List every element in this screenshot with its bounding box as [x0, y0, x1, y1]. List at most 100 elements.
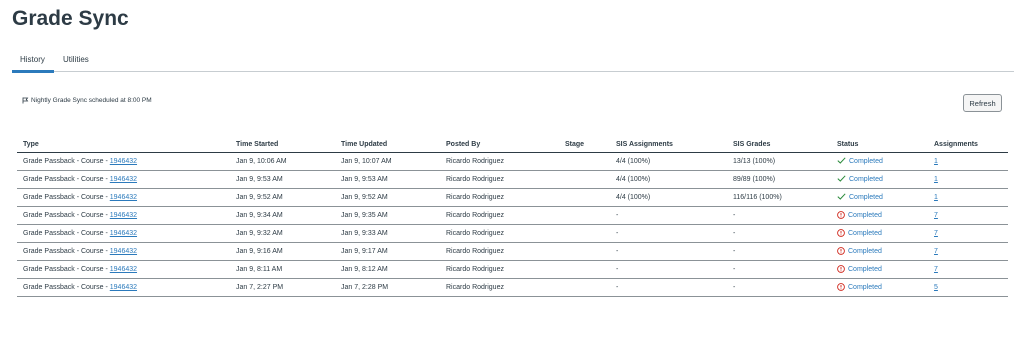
assignments-link[interactable]: 7: [934, 266, 938, 273]
time-started-cell: Jan 9, 9:53 AM: [230, 170, 335, 189]
status-cell: Completed: [831, 260, 928, 279]
warning-icon: [837, 264, 848, 275]
course-link[interactable]: 1946432: [110, 248, 137, 255]
time-updated-cell: Jan 9, 9:53 AM: [335, 170, 440, 189]
course-link[interactable]: 1946432: [110, 230, 137, 237]
tab-bar: History Utilities: [12, 51, 1014, 73]
time-updated-cell: Jan 9, 9:52 AM: [335, 188, 440, 207]
type-cell: Grade Passback - Course - 1946432: [17, 206, 230, 225]
sis-assignments-cell: 4/4 (100%): [610, 170, 727, 189]
status-text: Completed: [848, 284, 882, 291]
column-header-sis-grades[interactable]: SIS Grades: [727, 137, 831, 153]
check-icon: [837, 193, 849, 202]
table-row: Grade Passback - Course - 1946432 Jan 9, …: [17, 224, 1008, 243]
type-text: Grade Passback - Course -: [23, 176, 110, 183]
type-cell: Grade Passback - Course - 1946432: [17, 278, 230, 297]
assignments-link[interactable]: 1: [934, 176, 938, 183]
table-row: Grade Passback - Course - 1946432 Jan 9, …: [17, 242, 1008, 261]
posted-by-cell: Ricardo Rodriguez: [440, 188, 559, 207]
column-header-assignments[interactable]: Assignments: [928, 137, 1008, 153]
status-text: Completed: [849, 158, 883, 165]
flag-icon: [22, 97, 29, 104]
type-text: Grade Passback - Course -: [23, 212, 110, 219]
type-text: Grade Passback - Course -: [23, 248, 110, 255]
status-cell: Completed: [831, 206, 928, 225]
sis-assignments-cell: -: [610, 224, 727, 243]
status-cell: Completed: [831, 152, 928, 171]
assignments-link[interactable]: 1: [934, 194, 938, 201]
sis-grades-cell: -: [727, 278, 831, 297]
assignments-link[interactable]: 1: [934, 158, 938, 165]
type-text: Grade Passback - Course -: [23, 284, 110, 291]
status-text: Completed: [848, 266, 882, 273]
sis-grades-cell: 116/116 (100%): [727, 188, 831, 207]
table-header-row: Type Time Started Time Updated Posted By…: [17, 137, 1008, 153]
type-text: Grade Passback - Course -: [23, 194, 110, 201]
status-badge: Completed: [837, 210, 882, 221]
active-tab-indicator: [12, 70, 54, 73]
status-text: Completed: [848, 230, 882, 237]
course-link[interactable]: 1946432: [110, 212, 137, 219]
status-cell: Completed: [831, 170, 928, 189]
time-started-cell: Jan 9, 10:06 AM: [230, 152, 335, 171]
time-updated-cell: Jan 9, 8:12 AM: [335, 260, 440, 279]
assignments-link[interactable]: 7: [934, 230, 938, 237]
assignments-link[interactable]: 7: [934, 212, 938, 219]
assignments-cell: 1: [928, 152, 1008, 171]
schedule-text: Nightly Grade Sync scheduled at 8:00 PM: [31, 97, 152, 104]
sis-assignments-cell: -: [610, 206, 727, 225]
type-cell: Grade Passback - Course - 1946432: [17, 152, 230, 171]
type-text: Grade Passback - Course -: [23, 230, 110, 237]
sis-assignments-cell: -: [610, 278, 727, 297]
warning-icon: [837, 282, 848, 293]
type-text: Grade Passback - Course -: [23, 158, 110, 165]
sis-assignments-cell: -: [610, 242, 727, 261]
stage-cell: [559, 152, 610, 171]
time-updated-cell: Jan 9, 9:33 AM: [335, 224, 440, 243]
course-link[interactable]: 1946432: [110, 266, 137, 273]
table-row: Grade Passback - Course - 1946432 Jan 9, …: [17, 188, 1008, 207]
warning-icon: [837, 210, 848, 221]
column-header-stage[interactable]: Stage: [559, 137, 610, 153]
time-started-cell: Jan 9, 9:32 AM: [230, 224, 335, 243]
table-row: Grade Passback - Course - 1946432 Jan 9, …: [17, 206, 1008, 225]
status-text: Completed: [848, 248, 882, 255]
status-badge: Completed: [837, 175, 883, 184]
column-header-status[interactable]: Status: [831, 137, 928, 153]
assignments-cell: 7: [928, 224, 1008, 243]
type-cell: Grade Passback - Course - 1946432: [17, 224, 230, 243]
assignments-link[interactable]: 7: [934, 248, 938, 255]
table-row: Grade Passback - Course - 1946432 Jan 9, …: [17, 170, 1008, 189]
tab-history[interactable]: History: [20, 55, 45, 64]
stage-cell: [559, 278, 610, 297]
assignments-cell: 1: [928, 170, 1008, 189]
posted-by-cell: Ricardo Rodriguez: [440, 278, 559, 297]
assignments-cell: 1: [928, 188, 1008, 207]
course-link[interactable]: 1946432: [110, 284, 137, 291]
sis-assignments-cell: -: [610, 260, 727, 279]
course-link[interactable]: 1946432: [110, 158, 137, 165]
column-header-type[interactable]: Type: [17, 137, 230, 153]
status-text: Completed: [849, 176, 883, 183]
tab-utilities[interactable]: Utilities: [63, 55, 89, 64]
column-header-posted-by[interactable]: Posted By: [440, 137, 559, 153]
status-cell: Completed: [831, 278, 928, 297]
refresh-button[interactable]: Refresh: [963, 94, 1002, 112]
column-header-sis-assignments[interactable]: SIS Assignments: [610, 137, 727, 153]
course-link[interactable]: 1946432: [110, 194, 137, 201]
course-link[interactable]: 1946432: [110, 176, 137, 183]
sis-grades-cell: -: [727, 206, 831, 225]
time-updated-cell: Jan 9, 9:35 AM: [335, 206, 440, 225]
assignments-link[interactable]: 5: [934, 284, 938, 291]
status-cell: Completed: [831, 242, 928, 261]
time-started-cell: Jan 9, 9:52 AM: [230, 188, 335, 207]
column-header-time-started[interactable]: Time Started: [230, 137, 335, 153]
column-header-time-updated[interactable]: Time Updated: [335, 137, 440, 153]
assignments-cell: 7: [928, 260, 1008, 279]
posted-by-cell: Ricardo Rodriguez: [440, 152, 559, 171]
table-row: Grade Passback - Course - 1946432 Jan 9, …: [17, 152, 1008, 171]
stage-cell: [559, 188, 610, 207]
stage-cell: [559, 224, 610, 243]
type-cell: Grade Passback - Course - 1946432: [17, 170, 230, 189]
status-badge: Completed: [837, 228, 882, 239]
